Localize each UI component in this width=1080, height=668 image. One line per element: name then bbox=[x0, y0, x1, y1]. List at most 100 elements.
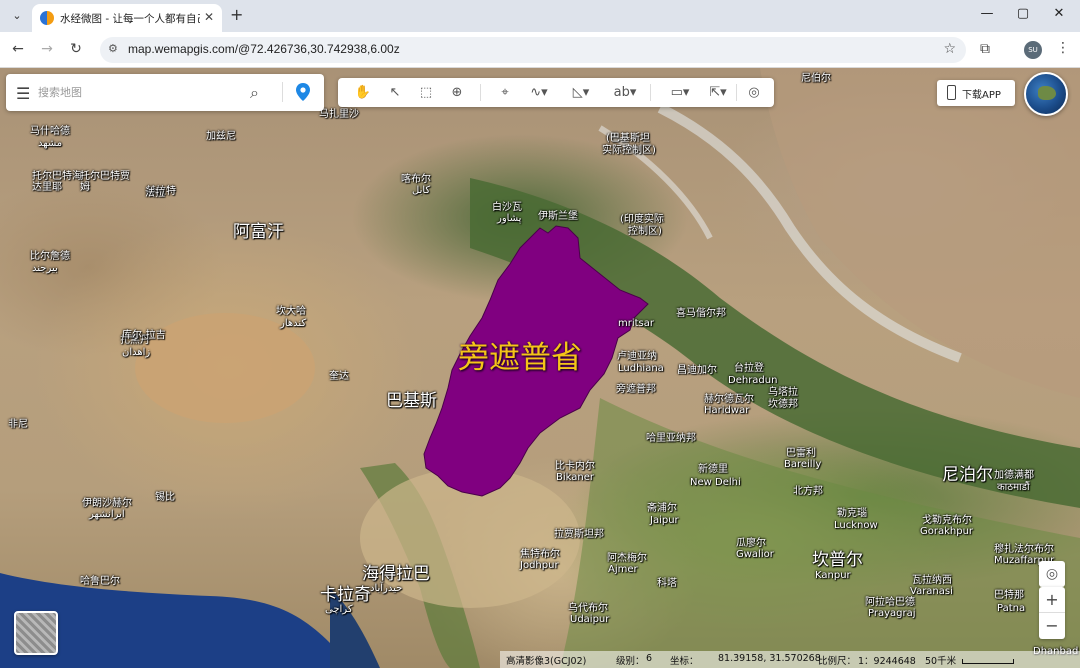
zoom-out-button[interactable]: − bbox=[1039, 613, 1065, 639]
ghazni-label: 加兹尼 bbox=[206, 131, 236, 142]
farah-label: 法拉 bbox=[145, 188, 165, 199]
muzaffarpur-cn-label: 穆扎法尔布尔 bbox=[994, 544, 1054, 555]
download-app-button[interactable]: 下载APP bbox=[937, 80, 1015, 106]
rajasthan-label: 拉贾斯坦邦 bbox=[554, 529, 604, 540]
map-search-input[interactable] bbox=[38, 83, 238, 101]
identify-cursor-icon[interactable]: ⇱▾ bbox=[706, 83, 730, 102]
select-pointer-icon[interactable]: ↖ bbox=[386, 83, 404, 102]
draw-polygon-icon[interactable]: ◺▾ bbox=[566, 83, 596, 102]
nepal-label: 尼泊尔 bbox=[942, 465, 993, 485]
jaipur-label: Jaipur bbox=[650, 515, 679, 526]
ghanzi-label: 非尼 bbox=[8, 419, 28, 430]
draw-line-icon[interactable]: ∿▾ bbox=[526, 83, 552, 102]
phone-icon bbox=[947, 85, 956, 100]
torbat-h-label: 托尔巴特海 bbox=[32, 171, 82, 182]
up-label: 北方邦 bbox=[793, 486, 823, 497]
newdelhi-cn-label: 新德里 bbox=[698, 464, 728, 475]
zoom-level-value: 6 bbox=[646, 653, 653, 664]
locate-me-icon[interactable]: ◎ bbox=[1039, 561, 1065, 587]
profile-avatar[interactable]: SU bbox=[1024, 41, 1042, 59]
mashhad-label: مشهد bbox=[38, 138, 63, 149]
measure-ruler-icon[interactable]: ▭▾ bbox=[664, 83, 696, 102]
ind-control-label-2: 控制区) bbox=[628, 226, 662, 237]
kanpur-label: Kanpur bbox=[815, 570, 851, 581]
box-select-icon[interactable]: ⬚ bbox=[415, 83, 437, 102]
maximize-icon[interactable]: ▢ bbox=[1013, 6, 1033, 21]
bikaner-label: Bikaner bbox=[556, 472, 594, 483]
ludhiana-en-label: Ludhiana bbox=[618, 363, 664, 374]
karachi-local-label: کراچی bbox=[325, 604, 353, 615]
prayagraj-cn-label: 阿拉哈巴德 bbox=[865, 597, 915, 608]
globe-3d-toggle[interactable] bbox=[1024, 72, 1068, 116]
back-arrow-icon[interactable]: ← bbox=[9, 41, 27, 57]
url-text[interactable]: map.wemapgis.com/@72.426736,30.742938,6.… bbox=[128, 42, 400, 56]
map-canvas[interactable]: 旁遮普省 阿富汗 巴基斯 喀布尔 کابل 伊斯兰堡 白沙瓦 پشاور (巴基… bbox=[0, 68, 1080, 668]
extensions-puzzle-icon[interactable]: ⧉ bbox=[980, 41, 990, 57]
scale-value: 1：9244648 bbox=[858, 656, 916, 667]
toolbar-divider bbox=[650, 84, 651, 101]
browser-tab[interactable]: 水经微图 - 让每一个人都有自己 ✕ bbox=[32, 4, 222, 32]
download-app-label: 下载APP bbox=[962, 90, 1001, 101]
sibi-label-2: 库尔-拉吉 bbox=[122, 330, 166, 341]
menu-hamburger-icon[interactable]: ☰ bbox=[16, 84, 30, 103]
hyderabad-pk-local-label: حیدرآباد bbox=[370, 583, 403, 594]
scale-bar-text: 50千米 bbox=[925, 656, 957, 667]
globe-view-icon[interactable]: ◎ bbox=[744, 83, 764, 102]
varanasi-cn-label: 瓦拉纳西 bbox=[912, 575, 952, 586]
peshawar-local-label: پشاور bbox=[497, 213, 522, 224]
zoom-control: + − bbox=[1039, 587, 1065, 639]
torbat-h-label-2: 达里耶 bbox=[32, 182, 62, 193]
toolbar-divider bbox=[736, 84, 737, 101]
mazar-label: 马扎里沙 bbox=[319, 109, 359, 120]
pan-hand-icon[interactable]: ✋ bbox=[353, 83, 373, 102]
new-tab-button[interactable]: + bbox=[230, 5, 243, 24]
tab-title: 水经微图 - 让每一个人都有自己 bbox=[60, 13, 200, 25]
kota-label: 科塔 bbox=[657, 578, 677, 589]
address-bar: ← → ↻ ⚙ map.wemapgis.com/@72.426736,30.7… bbox=[0, 32, 1080, 68]
browser-menu-icon[interactable]: ⋮ bbox=[1056, 40, 1070, 56]
lucknow-label: Lucknow bbox=[834, 520, 878, 531]
marker-pin-icon[interactable]: ⌖ bbox=[496, 83, 514, 102]
punjab-province-label: 旁遮普省 bbox=[458, 340, 582, 376]
forward-arrow-icon[interactable]: → bbox=[38, 41, 56, 57]
bareilly-label: Bareilly bbox=[784, 459, 822, 470]
window-close-icon[interactable]: ✕ bbox=[1049, 6, 1069, 21]
hyderabad-pk-label: 海得拉巴 bbox=[362, 564, 430, 584]
haridwar-label: Haridwar bbox=[704, 405, 750, 416]
pakistan-label: 巴基斯 bbox=[386, 391, 437, 411]
pak-control-label-2: 实际控制区) bbox=[602, 145, 656, 156]
zoom-in-button[interactable]: + bbox=[1039, 587, 1065, 613]
basemap-layer-switcher[interactable] bbox=[14, 611, 58, 655]
amritsar-label: mritsar bbox=[618, 318, 655, 329]
omnibox[interactable]: ⚙ map.wemapgis.com/@72.426736,30.742938,… bbox=[100, 37, 966, 63]
kandahar-label: کندهار bbox=[280, 318, 307, 329]
udaipur-cn-label: 乌代布尔 bbox=[568, 603, 608, 614]
search-icon[interactable]: ⌕ bbox=[250, 83, 259, 103]
text-label-icon[interactable]: ab▾ bbox=[610, 83, 640, 102]
bookmark-star-icon[interactable]: ☆ bbox=[943, 41, 956, 57]
location-pin-icon[interactable] bbox=[296, 83, 310, 101]
mashhad-cn-label: 马什哈德 bbox=[30, 126, 70, 137]
reload-icon[interactable]: ↻ bbox=[67, 41, 85, 57]
uttarakhand-label: 乌塔拉 bbox=[768, 387, 798, 398]
ndz-label: 尼伯尔 bbox=[801, 73, 831, 84]
tab-list-chevron-icon[interactable]: ⌄ bbox=[8, 7, 26, 25]
tab-close-icon[interactable]: ✕ bbox=[204, 10, 214, 24]
newdelhi-label: New Delhi bbox=[690, 477, 741, 488]
map-toolbar: ✋ ↖ ⬚ ⊕ ⌖ ∿▾ ◺▾ ab▾ ▭▾ ⇱▾ ◎ bbox=[338, 78, 774, 107]
search-divider bbox=[282, 82, 283, 102]
bareilly-cn-label: 巴雷利 bbox=[786, 448, 816, 459]
prayagraj-label: Prayagraj bbox=[868, 608, 916, 619]
gwadar-label: 哈鲁巴尔 bbox=[80, 576, 120, 587]
minimize-icon[interactable]: — bbox=[977, 6, 997, 21]
site-settings-icon[interactable]: ⚙ bbox=[108, 42, 118, 55]
zoom-region-icon[interactable]: ⊕ bbox=[447, 83, 467, 102]
uttarakhand-label-2: 坎德邦 bbox=[768, 399, 798, 410]
imagery-source: 高清影像3(GCJ02) bbox=[506, 656, 587, 667]
map-search-box: ☰ ⌕ bbox=[6, 74, 324, 111]
varanasi-label: Varanasi bbox=[910, 586, 953, 597]
afghanistan-label: 阿富汗 bbox=[233, 222, 284, 242]
kandahar-cn-label: 坎大哈 bbox=[276, 306, 306, 317]
patna-label: Patna bbox=[997, 603, 1026, 614]
jaipur-cn-label: 斋浦尔 bbox=[647, 503, 677, 514]
